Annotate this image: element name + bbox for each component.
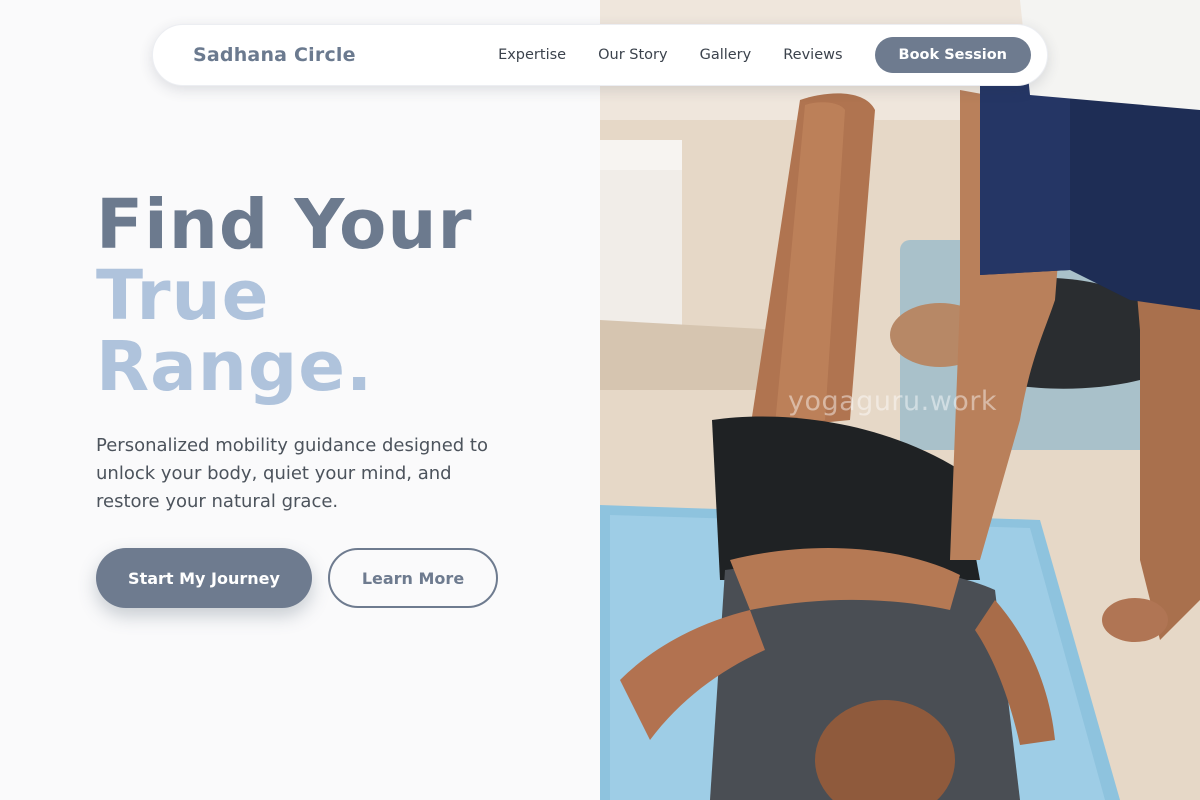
hero-headline: Find Your True Range. (96, 190, 473, 403)
start-journey-button[interactable]: Start My Journey (96, 548, 312, 608)
hero-subtitle: Personalized mobility guidance designed … (96, 435, 488, 512)
hero-photo: yogaguru.work (600, 0, 1200, 800)
nav-links: Expertise Our Story Gallery Reviews Book… (498, 37, 1031, 73)
top-navbar: Sadhana Circle Expertise Our Story Galle… (152, 24, 1048, 86)
nav-link-expertise[interactable]: Expertise (498, 47, 566, 63)
nav-link-our-story[interactable]: Our Story (598, 47, 667, 63)
headline-line-2: True (96, 256, 270, 336)
headline-line-1: Find Your (96, 185, 473, 265)
nav-link-reviews[interactable]: Reviews (783, 47, 842, 63)
book-session-button[interactable]: Book Session (874, 37, 1031, 73)
learn-more-button[interactable]: Learn More (328, 548, 498, 608)
photo-watermark: yogaguru.work (788, 386, 998, 417)
brand-logo[interactable]: Sadhana Circle (193, 44, 356, 66)
headline-line-3: Range. (96, 327, 374, 407)
nav-link-gallery[interactable]: Gallery (700, 47, 752, 63)
